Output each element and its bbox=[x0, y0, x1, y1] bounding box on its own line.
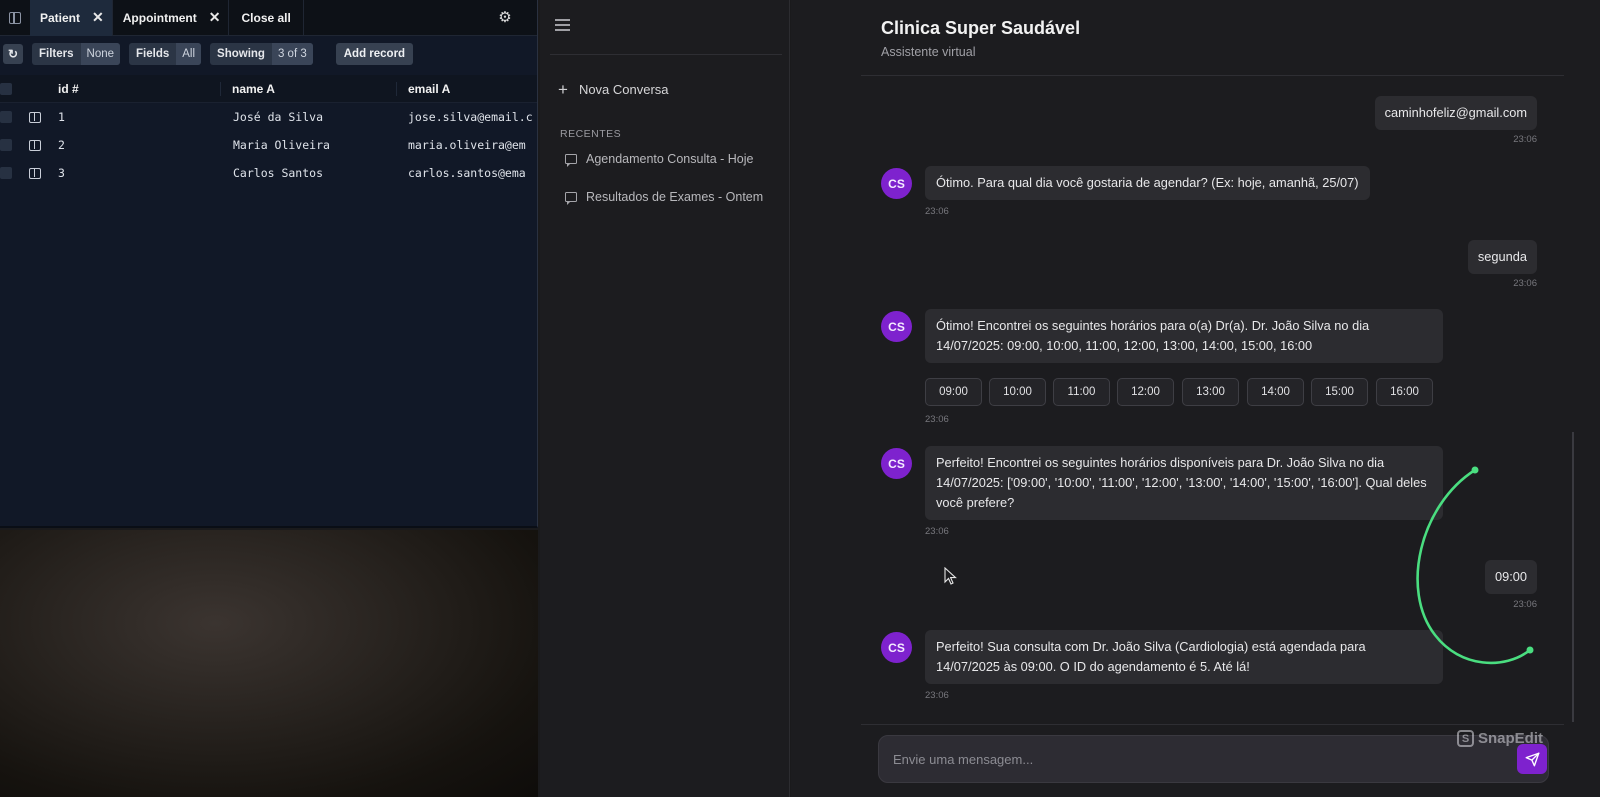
avatar: CS bbox=[881, 632, 912, 663]
select-all-checkbox[interactable] bbox=[0, 75, 12, 102]
add-record-button[interactable]: Add record bbox=[335, 43, 414, 65]
showing-value: 3 of 3 bbox=[271, 43, 313, 65]
cell-id: 3 bbox=[58, 166, 65, 180]
row-checkbox[interactable] bbox=[0, 103, 12, 131]
filters-label: Filters bbox=[39, 48, 74, 60]
cell-email: carlos.santos@ema bbox=[408, 166, 526, 180]
time-slot-button[interactable]: 14:00 bbox=[1247, 378, 1304, 406]
table-row[interactable]: 3 Carlos Santos carlos.santos@ema bbox=[0, 159, 537, 187]
row-checkbox[interactable] bbox=[0, 131, 12, 159]
records-table: id # name A email A 1 José da Silva jose… bbox=[0, 75, 537, 187]
new-conversation-button[interactable]: + Nova Conversa bbox=[558, 79, 669, 99]
close-icon[interactable]: ✕ bbox=[92, 9, 104, 26]
cell-id: 2 bbox=[58, 138, 65, 152]
page-subtitle: Assistente virtual bbox=[881, 45, 976, 59]
expand-row-icon[interactable] bbox=[12, 139, 58, 151]
time-slot-button[interactable]: 16:00 bbox=[1376, 378, 1433, 406]
tab-patient[interactable]: Patient ✕ bbox=[30, 0, 113, 36]
bot-message: Perfeito! Sua consulta com Dr. João Silv… bbox=[925, 630, 1443, 684]
new-conversation-label: Nova Conversa bbox=[578, 82, 669, 97]
cell-name: Maria Oliveira bbox=[233, 138, 330, 152]
filters-button[interactable]: Filters None bbox=[32, 43, 121, 65]
recent-item-resultados[interactable]: Resultados de Exames - Ontem bbox=[565, 190, 764, 205]
scrollbar[interactable] bbox=[1572, 432, 1574, 722]
cell-email: jose.silva@email.c bbox=[408, 110, 533, 124]
time-slot-button[interactable]: 12:00 bbox=[1117, 378, 1174, 406]
user-message: segunda bbox=[1467, 240, 1537, 274]
tab-appointment[interactable]: Appointment ✕ bbox=[113, 0, 230, 36]
tab-label: Appointment bbox=[122, 10, 197, 25]
time-slot-button[interactable]: 15:00 bbox=[1311, 378, 1368, 406]
table-row[interactable]: 1 José da Silva jose.silva@email.c bbox=[0, 103, 537, 131]
avatar: CS bbox=[881, 448, 912, 479]
fields-button[interactable]: Fields All bbox=[129, 43, 202, 65]
send-button[interactable] bbox=[1517, 744, 1547, 774]
user-message: caminhofeliz@gmail.com bbox=[1374, 96, 1537, 130]
message-time: 23:06 bbox=[1513, 134, 1537, 145]
refresh-icon[interactable]: ↻ bbox=[3, 44, 23, 64]
cell-name: José da Silva bbox=[233, 110, 324, 124]
chat-bubble-icon bbox=[565, 192, 577, 205]
send-icon bbox=[1525, 752, 1539, 766]
table-row[interactable]: 2 Maria Oliveira maria.oliveira@em bbox=[0, 131, 537, 159]
expand-row-icon[interactable] bbox=[12, 111, 58, 123]
menu-icon[interactable] bbox=[555, 19, 570, 31]
expand-row-icon[interactable] bbox=[12, 167, 58, 179]
message-time: 23:06 bbox=[925, 206, 949, 217]
cell-name: Carlos Santos bbox=[233, 166, 324, 180]
close-icon[interactable]: ✕ bbox=[209, 9, 221, 26]
mouse-cursor-icon bbox=[944, 567, 957, 585]
tab-label: Patient bbox=[40, 10, 81, 25]
bot-message: Ótimo! Encontrei os seguintes horários p… bbox=[925, 309, 1443, 363]
db-tab-bar: Patient ✕ Appointment ✕ Close all ⚙ bbox=[0, 0, 537, 36]
recent-item-label: Agendamento Consulta - Hoje bbox=[586, 152, 754, 166]
highlight-arc bbox=[1416, 466, 1534, 665]
showing-label: Showing bbox=[217, 48, 265, 60]
panel-toggle-icon[interactable] bbox=[0, 0, 30, 36]
plus-icon: + bbox=[558, 79, 568, 99]
chat-bubble-icon bbox=[565, 154, 577, 167]
avatar: CS bbox=[881, 168, 912, 199]
avatar: CS bbox=[881, 311, 912, 342]
message-time: 23:06 bbox=[925, 526, 949, 537]
recent-item-label: Resultados de Exames - Ontem bbox=[586, 190, 764, 204]
time-slot-button[interactable]: 13:00 bbox=[1182, 378, 1239, 406]
time-slot-button[interactable]: 09:00 bbox=[925, 378, 982, 406]
close-all-button[interactable]: Close all bbox=[229, 0, 304, 36]
bot-message: Ótimo. Para qual dia você gostaria de ag… bbox=[925, 166, 1370, 200]
table-header: id # name A email A bbox=[0, 75, 537, 103]
column-header-email[interactable]: email A bbox=[396, 81, 537, 96]
message-time: 23:06 bbox=[925, 414, 949, 425]
bot-message: Perfeito! Encontrei os seguintes horário… bbox=[925, 446, 1443, 520]
fields-label: Fields bbox=[136, 48, 170, 60]
cell-email: maria.oliveira@em bbox=[408, 138, 526, 152]
blurred-background bbox=[0, 530, 538, 797]
fields-value: All bbox=[176, 43, 202, 65]
time-slot-button[interactable]: 10:00 bbox=[989, 378, 1046, 406]
column-header-name[interactable]: name A bbox=[220, 81, 396, 96]
message-time: 23:06 bbox=[925, 690, 949, 701]
database-window: Patient ✕ Appointment ✕ Close all ⚙ ↻ Fi… bbox=[0, 0, 538, 528]
row-checkbox[interactable] bbox=[0, 159, 12, 187]
message-time: 23:06 bbox=[1513, 278, 1537, 289]
db-toolbar: ↻ Filters None Fields All Showing 3 of 3… bbox=[0, 36, 537, 72]
gear-icon[interactable]: ⚙ bbox=[497, 10, 513, 26]
time-slot-button[interactable]: 11:00 bbox=[1053, 378, 1110, 406]
column-header-id[interactable]: id # bbox=[58, 82, 220, 96]
recent-section-label: RECENTES bbox=[560, 128, 622, 140]
filters-value: None bbox=[80, 43, 121, 65]
page-title: Clinica Super Saudável bbox=[881, 18, 1081, 38]
showing-indicator: Showing 3 of 3 bbox=[210, 43, 313, 65]
recent-item-agendamento[interactable]: Agendamento Consulta - Hoje bbox=[565, 152, 754, 167]
message-input[interactable] bbox=[878, 735, 1549, 783]
chat-sidebar: + Nova Conversa RECENTES Agendamento Con… bbox=[540, 0, 790, 797]
snapedit-logo-icon: S bbox=[1457, 730, 1474, 747]
cell-id: 1 bbox=[58, 110, 65, 124]
